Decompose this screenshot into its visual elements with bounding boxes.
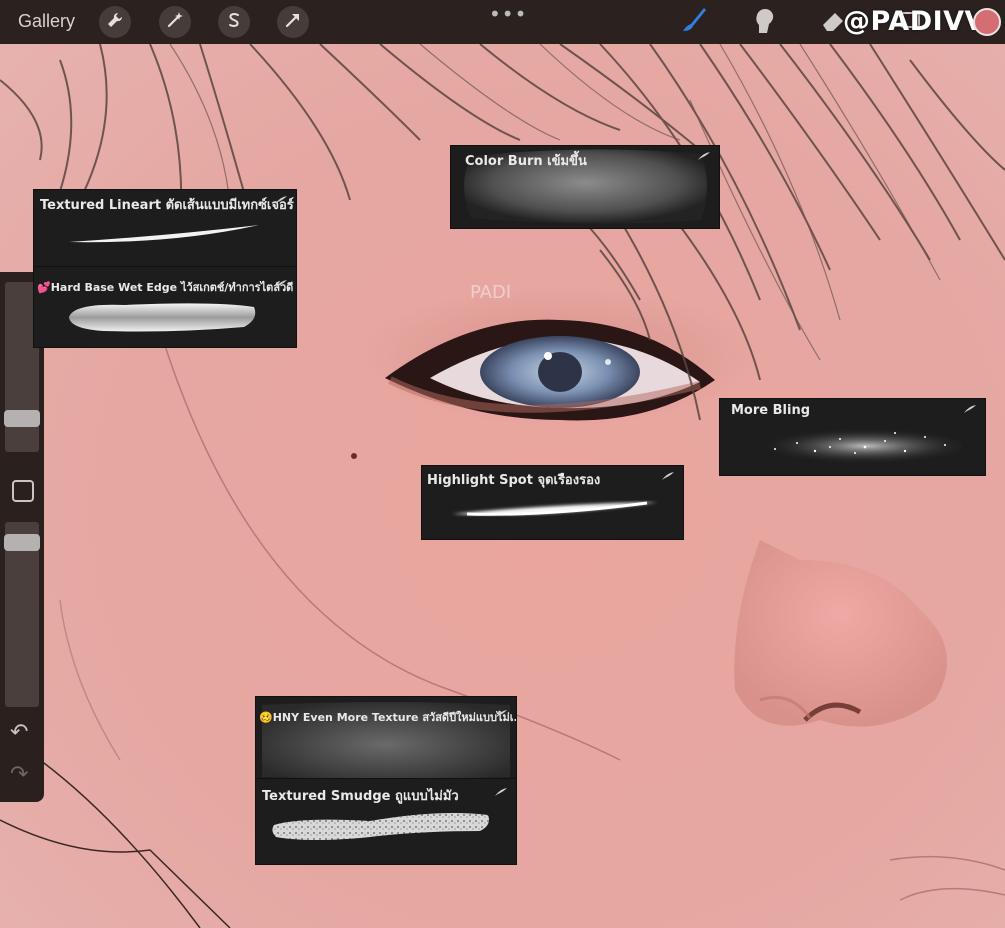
brush-stroke-preview [69, 303, 256, 332]
smudge-tool-button[interactable] [747, 6, 781, 38]
brush-stroke-preview [69, 225, 259, 243]
adjustments-button[interactable] [159, 6, 191, 38]
transform-button[interactable] [277, 6, 309, 38]
brush-card-textured-smudge[interactable]: Textured Smudge ถูแบบไม่มัว [255, 778, 517, 865]
brush-stroke-preview [747, 428, 963, 464]
top-toolbar: Gallery ••• @PADIVV [0, 0, 1005, 44]
brush-name: Textured Lineart ตัดเส้นแบบมีเทกซ์เจอร์ [40, 198, 294, 213]
brush-name: More Bling [731, 403, 811, 418]
undo-button[interactable]: ↶ [10, 720, 28, 745]
more-options-button[interactable]: ••• [489, 2, 527, 26]
brush-card-hard-base-wet-edge[interactable]: 💕Hard Base Wet Edge ไว้สเกตช์/ทำการไตล์ว… [33, 266, 297, 348]
brush-size-thumb[interactable] [4, 410, 40, 427]
selection-s-icon [225, 11, 243, 33]
redo-button[interactable]: ↷ [10, 762, 28, 787]
watermark-text: @PADIVV [843, 6, 986, 37]
feather-icon [275, 280, 287, 288]
brush-name: Textured Smudge ถูแบบไม่มัว [262, 789, 459, 804]
color-picker-button[interactable] [973, 8, 1001, 36]
brush-card-hny-even-more-texture[interactable]: 🥴HNY Even More Texture สวัสดีปีใหม่แบบไม… [255, 696, 517, 780]
actions-button[interactable] [99, 6, 131, 38]
artist-signature: PADI [470, 282, 511, 303]
gallery-button[interactable]: Gallery [18, 11, 75, 32]
feather-icon [495, 788, 507, 796]
redo-icon: ↷ [10, 762, 29, 787]
brush-name: Highlight Spot จุดเรืองรอง [427, 473, 601, 488]
feather-icon [964, 405, 976, 413]
feather-icon [495, 710, 507, 718]
brush-card-textured-lineart[interactable]: Textured Lineart ตัดเส้นแบบมีเทกซ์เจอร์ [33, 189, 297, 268]
brush-tool-button[interactable] [677, 6, 711, 38]
brush-stroke-preview [452, 501, 657, 516]
feather-icon [275, 196, 287, 204]
brush-card-color-burn[interactable]: Color Burn เข้มขึ้น [450, 145, 720, 229]
feather-icon [698, 152, 710, 160]
brush-icon [679, 5, 709, 39]
smudge-icon [749, 5, 779, 39]
brush-card-more-bling[interactable]: More Bling [719, 398, 986, 476]
wrench-icon [106, 11, 124, 33]
brush-name: 💕Hard Base Wet Edge ไว้สเกตช์/ทำการไตล์ว… [37, 281, 294, 294]
modify-button[interactable] [12, 480, 34, 502]
left-sidebar: ↶ ↷ [0, 272, 44, 802]
undo-icon: ↶ [10, 720, 29, 745]
arrow-transform-icon [284, 11, 302, 33]
brush-card-highlight-spot[interactable]: Highlight Spot จุดเรืองรอง [421, 465, 684, 540]
feather-icon [662, 472, 674, 480]
opacity-thumb[interactable] [4, 534, 40, 551]
brush-stroke-preview [272, 813, 489, 840]
brush-name: Color Burn เข้มขึ้น [465, 154, 587, 169]
brush-name: 🥴HNY Even More Texture สวัสดีปีใหม่แบบไม… [259, 711, 517, 724]
selection-button[interactable] [218, 6, 250, 38]
magic-wand-icon [166, 11, 184, 33]
